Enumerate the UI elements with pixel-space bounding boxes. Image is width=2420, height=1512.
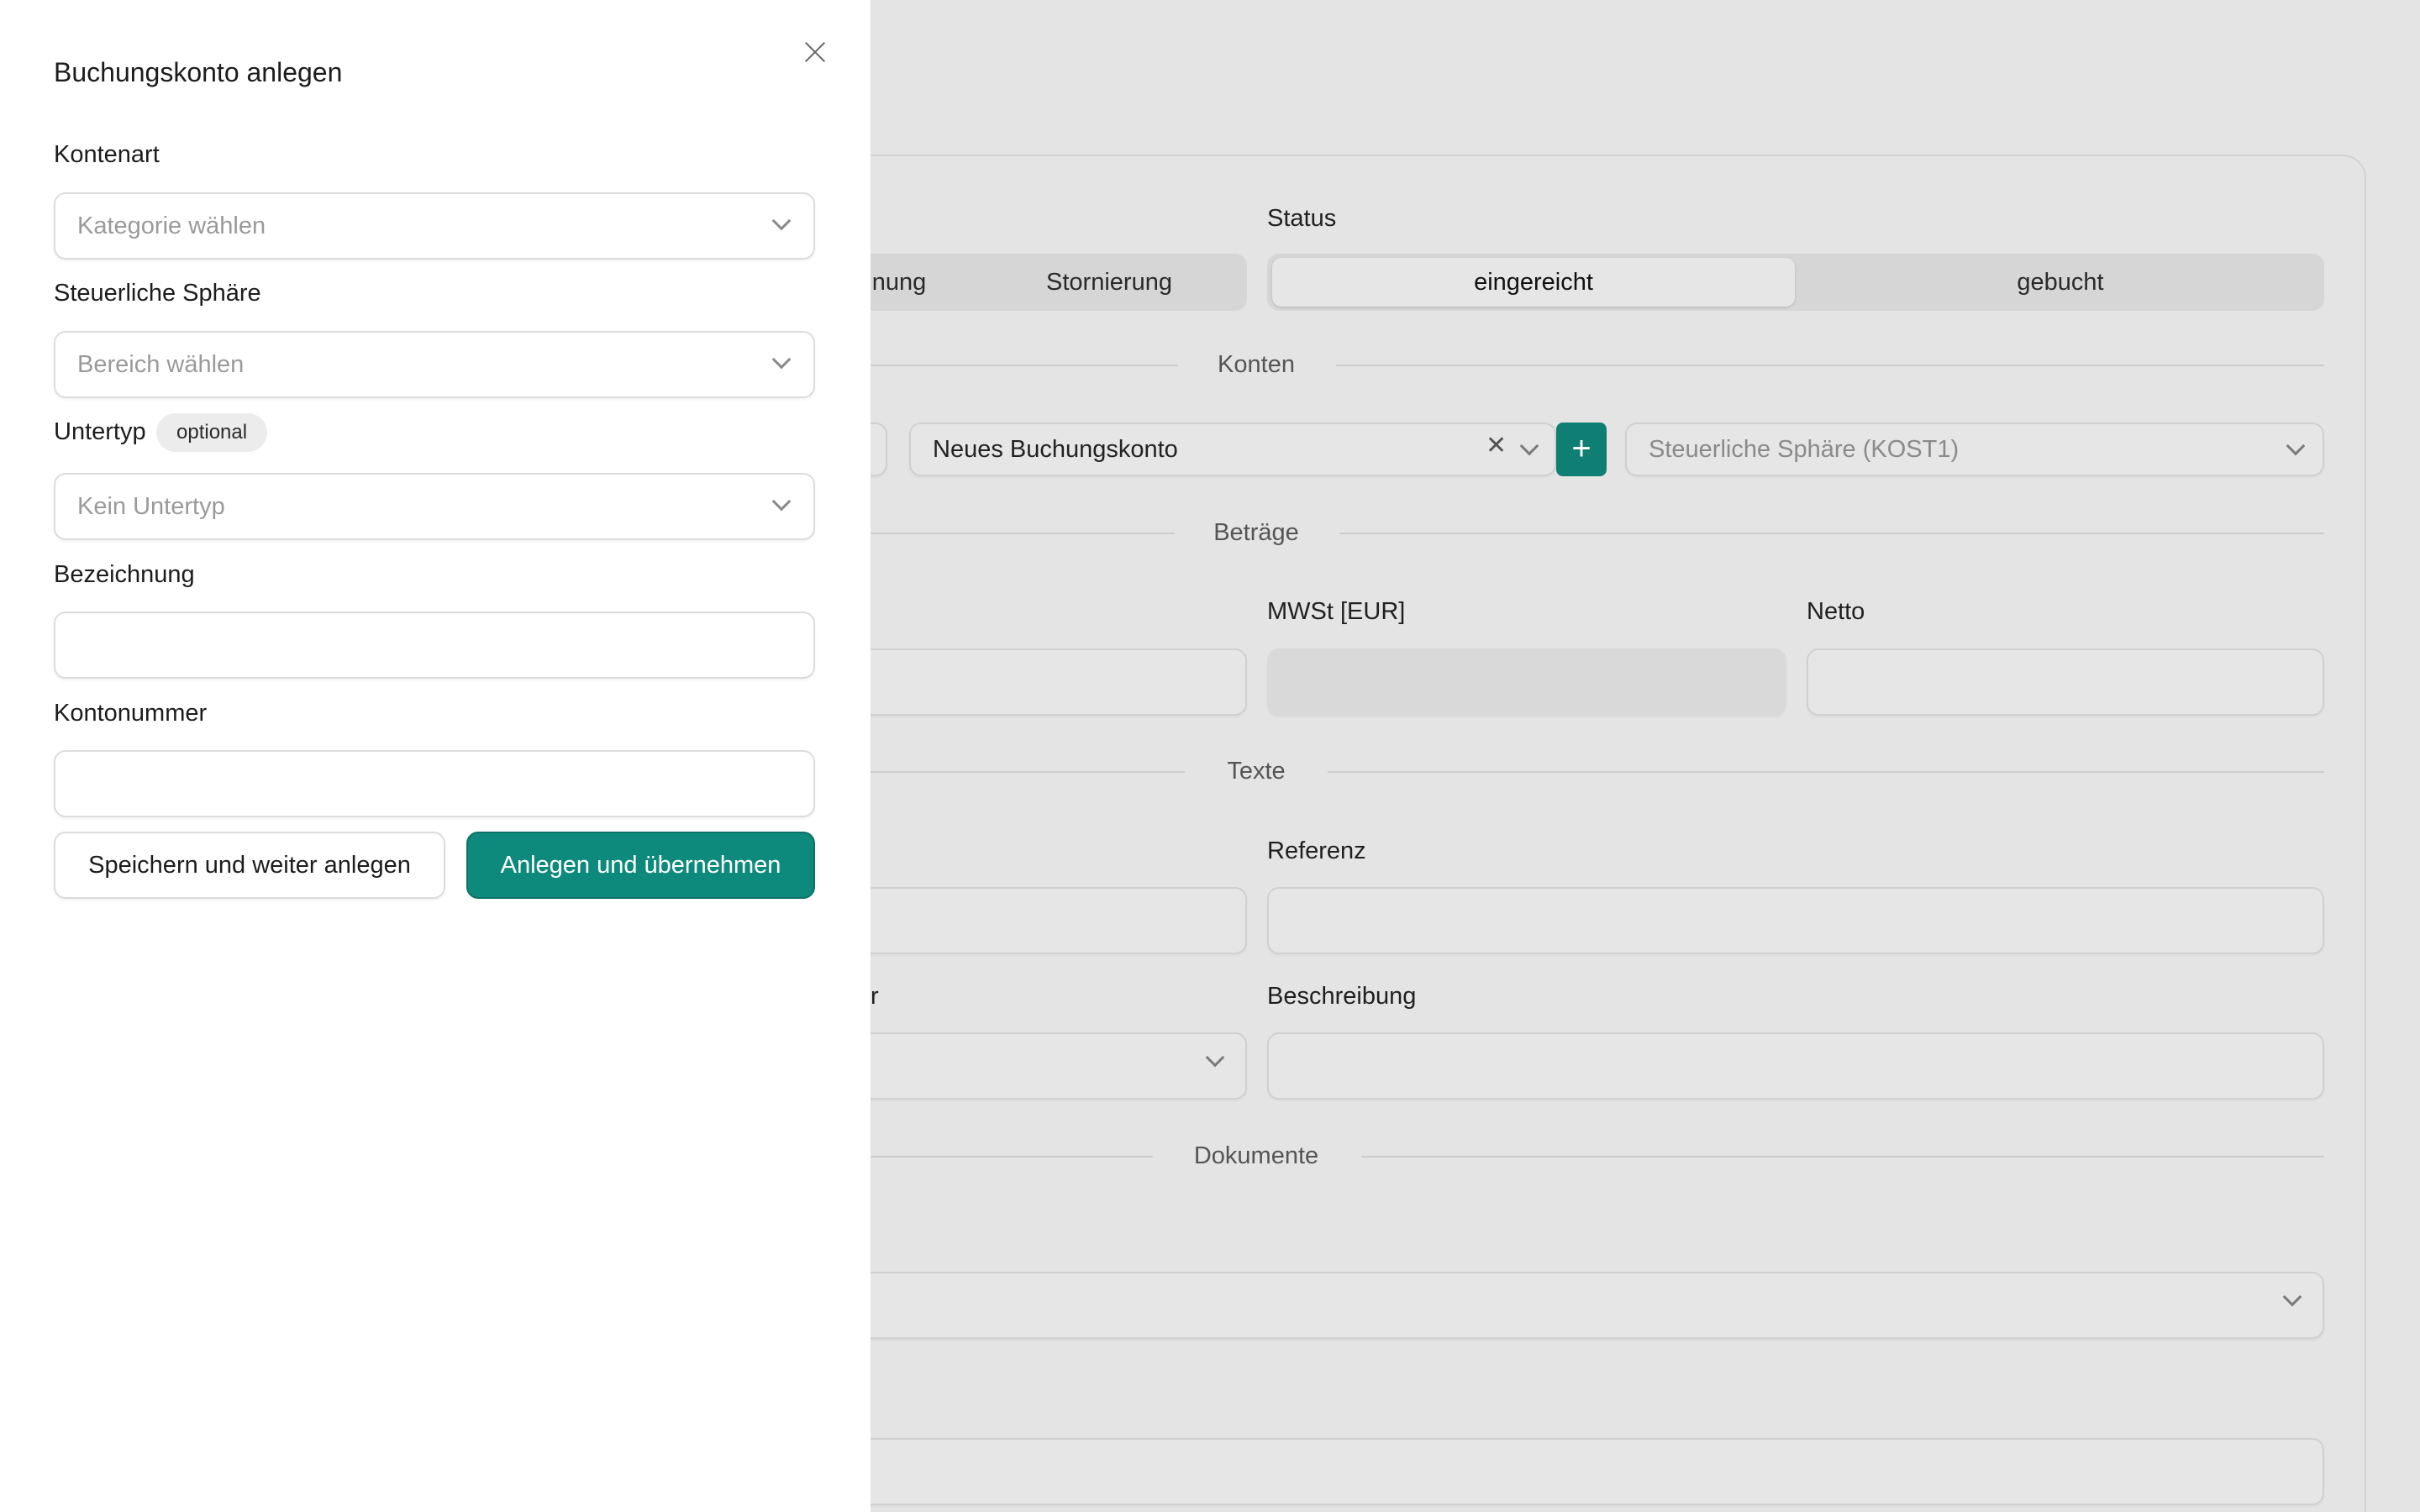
referenz-input[interactable] <box>1267 887 2324 954</box>
beschreibung-input[interactable] <box>1267 1032 2324 1100</box>
chevron-down-icon <box>1519 436 1539 456</box>
bezeichnung-input[interactable] <box>54 612 815 679</box>
texte-left-select[interactable] <box>807 1032 1247 1100</box>
type-segmented-control: nung Stornierung <box>840 254 1247 311</box>
chevron-down-icon <box>2282 1287 2302 1307</box>
save-and-continue-button[interactable]: Speichern und weiter anlegen <box>54 832 445 899</box>
bottom-input[interactable] <box>807 1438 2324 1505</box>
segment-gebucht[interactable]: gebucht <box>1800 254 2321 311</box>
drawer-title: Buchungskonto anlegen <box>54 57 343 87</box>
sphaere-select[interactable]: Bereich wählen <box>54 331 815 398</box>
dokumente-select[interactable] <box>807 1272 2324 1339</box>
referenz-label: Referenz <box>1267 837 1366 864</box>
mwst-input <box>1267 648 1786 716</box>
status-segmented-control: eingereicht gebucht <box>1267 254 2324 311</box>
chevron-down-icon <box>771 211 792 231</box>
kontenart-label: Kontenart <box>54 141 160 168</box>
chevron-down-icon <box>771 491 792 512</box>
bezeichnung-label: Bezeichnung <box>54 561 195 588</box>
section-texte: Texte <box>1227 758 1286 785</box>
sphaere-placeholder: Bereich wählen <box>77 351 245 378</box>
segment-eingereicht[interactable]: eingereicht <box>1272 254 1795 311</box>
sphaere-label: Steuerliche Sphäre <box>54 280 261 307</box>
section-betraege: Beträge <box>1213 519 1299 546</box>
untertyp-label: Untertyp <box>54 418 146 445</box>
chevron-down-icon <box>1205 1047 1225 1068</box>
divider-line <box>1336 365 2324 366</box>
plus-icon: + <box>1571 430 1591 467</box>
divider-line <box>1328 771 2324 773</box>
netto-label: Netto <box>1807 598 1865 625</box>
divider-line <box>871 365 1178 366</box>
section-konten: Konten <box>1218 351 1295 378</box>
kontonummer-input[interactable] <box>54 750 815 817</box>
sphaere-select[interactable]: Steuerliche Sphäre (KOST1) <box>1625 423 2324 476</box>
divider-line <box>871 533 1175 534</box>
clear-icon[interactable]: ✕ <box>1486 431 1507 460</box>
segment-stornierung[interactable]: Stornierung <box>992 254 1227 311</box>
mwst-label: MWSt [EUR] <box>1267 598 1406 625</box>
partial-label: r <box>871 983 879 1010</box>
konto-select-value: Neues Buchungskonto <box>933 436 1178 463</box>
create-account-drawer: Buchungskonto anlegen Kontenart Kategori… <box>0 0 871 1512</box>
divider-line <box>871 771 1185 773</box>
betrag-input[interactable] <box>807 648 1247 716</box>
close-icon[interactable] <box>800 37 830 67</box>
untertyp-select[interactable]: Kein Untertyp <box>54 473 815 540</box>
create-and-apply-button[interactable]: Anlegen und übernehmen <box>466 832 815 899</box>
divider-line <box>1361 1156 2324 1158</box>
konto-select[interactable]: Neues Buchungskonto ✕ <box>909 423 1556 476</box>
chevron-down-icon <box>771 349 792 370</box>
texte-left-input[interactable] <box>807 887 1247 954</box>
beschreibung-label: Beschreibung <box>1267 983 1417 1010</box>
kontenart-placeholder: Kategorie wählen <box>77 213 266 239</box>
untertyp-placeholder: Kein Untertyp <box>77 493 225 520</box>
netto-input[interactable] <box>1807 648 2324 716</box>
divider-line <box>871 1156 1153 1158</box>
sphaere-select-placeholder: Steuerliche Sphäre (KOST1) <box>1649 436 1960 463</box>
divider-line <box>1339 533 2324 534</box>
chevron-down-icon <box>2286 436 2306 456</box>
optional-badge: optional <box>156 413 268 452</box>
kontonummer-label: Kontonummer <box>54 700 208 727</box>
kontenart-select[interactable]: Kategorie wählen <box>54 192 815 260</box>
section-dokumente: Dokumente <box>1193 1142 1319 1169</box>
add-konto-button[interactable]: + <box>1556 423 1607 476</box>
status-label: Status <box>1267 205 1337 232</box>
